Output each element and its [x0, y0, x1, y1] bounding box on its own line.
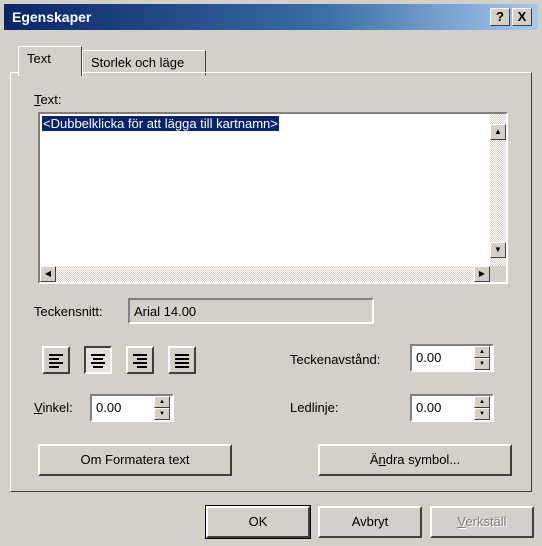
align-center-button[interactable] [84, 346, 112, 374]
align-right-button[interactable] [126, 346, 154, 374]
properties-dialog: Egenskaper ? X Text Storlek och läge Tex… [0, 0, 542, 546]
font-field: Arial 14.00 [128, 298, 374, 324]
help-button[interactable]: ? [490, 8, 510, 26]
close-button[interactable]: X [512, 8, 532, 26]
angle-value: 0.00 [96, 400, 122, 415]
spin-up-icon[interactable]: ▲ [474, 346, 490, 358]
char-spacing-field[interactable]: 0.00 ▲ ▼ [410, 344, 494, 372]
ok-button[interactable]: OK [205, 505, 311, 539]
title-bar[interactable]: Egenskaper ? X [4, 4, 538, 30]
scroll-left-icon[interactable]: ◀ [40, 266, 56, 282]
format-text-button[interactable]: Om Formatera text [38, 444, 232, 476]
font-value: Arial 14.00 [134, 304, 197, 319]
window-title: Egenskaper [12, 9, 92, 25]
spin-down-icon[interactable]: ▼ [474, 408, 490, 420]
change-symbol-button[interactable]: Ändra symbol... [318, 444, 512, 476]
text-area[interactable]: <Dubbelklicka för att lägga till kartnam… [38, 112, 508, 284]
selected-text: <Dubbelklicka för att lägga till kartnam… [42, 116, 279, 131]
scroll-corner [490, 266, 506, 282]
align-justify-button[interactable] [168, 346, 196, 374]
spin-up-icon[interactable]: ▲ [154, 396, 170, 408]
spin-up-icon[interactable]: ▲ [474, 396, 490, 408]
tab-text[interactable]: Text [18, 46, 82, 76]
leader-field[interactable]: 0.00 ▲ ▼ [410, 394, 494, 422]
leader-value: 0.00 [416, 400, 442, 415]
angle-label: Vinkel: [34, 400, 73, 415]
font-label: Teckensnitt: [34, 304, 103, 319]
align-left-button[interactable] [42, 346, 70, 374]
leader-label: Ledlinje: [290, 400, 339, 415]
horizontal-scrollbar[interactable] [40, 266, 490, 282]
char-spacing-label: Teckenavstånd: [290, 352, 381, 367]
cancel-button[interactable]: Avbryt [318, 506, 422, 538]
char-spacing-value: 0.00 [416, 350, 442, 365]
apply-button[interactable]: Verkställ [430, 506, 534, 538]
text-label: Text: [34, 92, 62, 107]
scroll-down-icon[interactable]: ▼ [490, 242, 506, 258]
spin-down-icon[interactable]: ▼ [154, 408, 170, 420]
spin-down-icon[interactable]: ▼ [474, 358, 490, 370]
angle-field[interactable]: 0.00 ▲ ▼ [90, 394, 174, 422]
scroll-up-icon[interactable]: ▲ [490, 124, 506, 140]
scroll-right-icon[interactable]: ▶ [474, 266, 490, 282]
